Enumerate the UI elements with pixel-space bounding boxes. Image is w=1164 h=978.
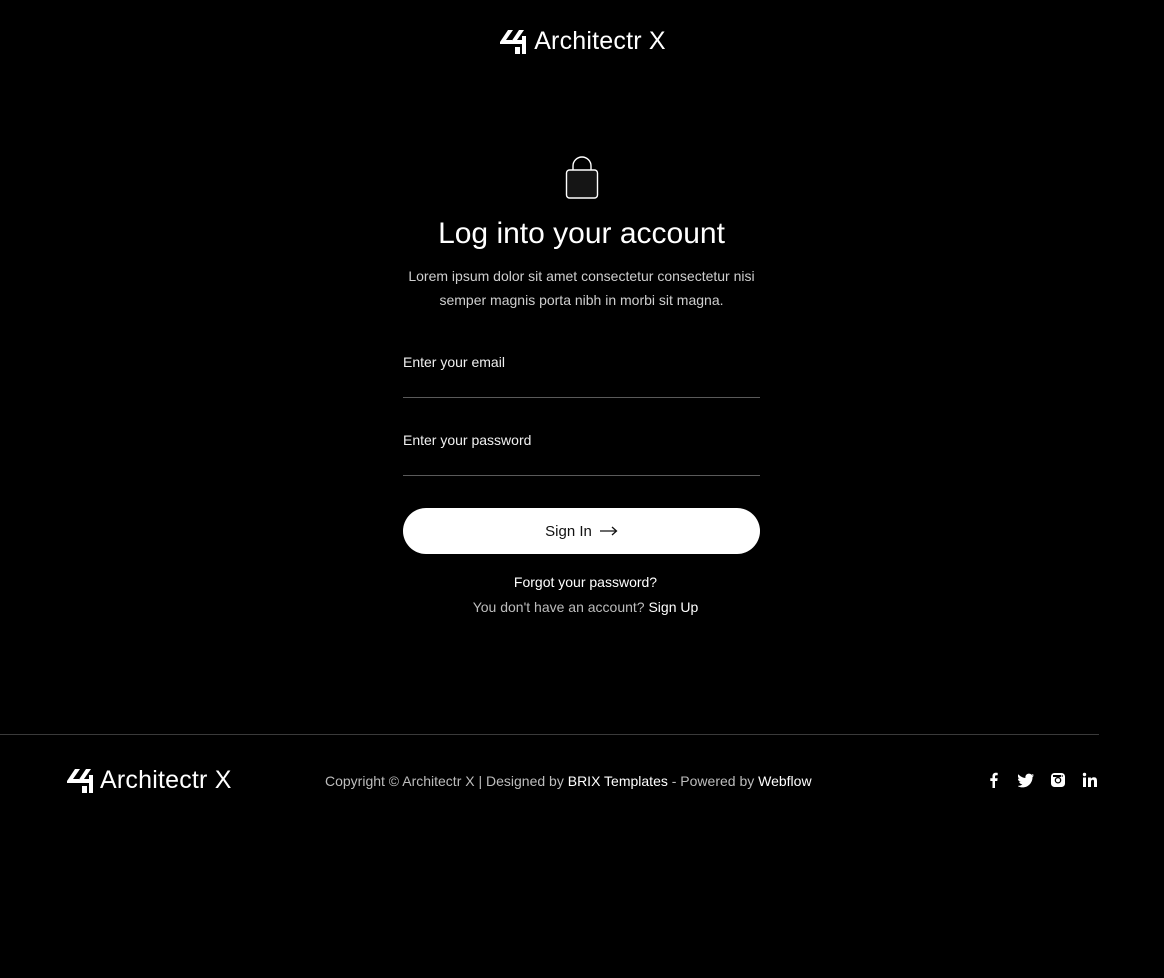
sign-in-button[interactable]: Sign In <box>403 508 760 554</box>
email-field[interactable] <box>403 354 760 398</box>
login-form: Log into your account Lorem ipsum dolor … <box>403 156 760 615</box>
forgot-password-link[interactable]: Forgot your password? <box>514 574 657 590</box>
copyright-text: Copyright © Architectr X | Designed by B… <box>325 773 812 789</box>
footer-divider <box>0 734 1099 735</box>
header-logo[interactable]: Architectr X <box>0 28 1164 55</box>
brand-name: Architectr X <box>534 27 666 55</box>
powered-by-prefix: - Powered by <box>667 773 759 789</box>
brand-logo-icon <box>67 769 93 793</box>
webflow-link[interactable]: Webflow <box>758 773 811 789</box>
instagram-icon[interactable] <box>1050 772 1066 788</box>
footer-brand-name: Architectr X <box>100 766 232 794</box>
login-page: Architectr X Log into your account Lorem… <box>0 0 1164 978</box>
arrow-right-icon <box>599 526 618 536</box>
linkedin-icon[interactable] <box>1082 772 1098 788</box>
footer-logo[interactable]: Architectr X <box>65 767 232 794</box>
facebook-icon[interactable] <box>986 772 1002 788</box>
sign-up-link[interactable]: Sign Up <box>648 599 698 615</box>
lock-icon <box>565 156 598 199</box>
brix-templates-link[interactable]: BRIX Templates <box>568 773 668 789</box>
no-account-text: You don't have an account? <box>472 599 645 615</box>
password-field[interactable] <box>403 432 760 476</box>
sign-in-label: Sign In <box>545 522 592 540</box>
page-subtitle: Lorem ipsum dolor sit amet consectetur c… <box>408 268 755 308</box>
copyright-prefix: Copyright © Architectr X | Designed by <box>325 773 568 789</box>
twitter-icon[interactable] <box>1018 772 1034 788</box>
social-links <box>986 772 1098 788</box>
brand-logo-icon <box>500 30 527 54</box>
page-title: Log into your account <box>438 217 725 250</box>
signup-prompt: You don't have an account? Sign Up <box>473 599 699 615</box>
